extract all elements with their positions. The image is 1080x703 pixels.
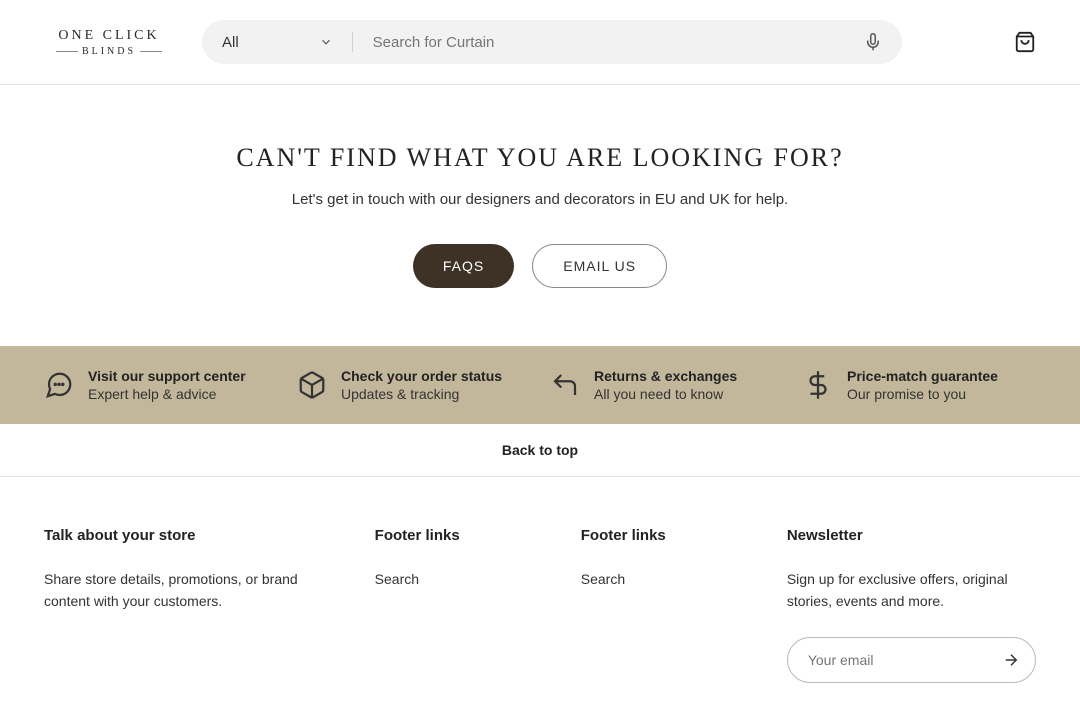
search-category-select[interactable]: All [202,20,353,64]
header: ONE CLICK BLINDS All [0,0,1080,84]
bag-icon[interactable] [1014,31,1036,53]
dollar-icon [803,370,833,400]
newsletter-form [787,637,1036,683]
faqs-button[interactable]: FAQS [413,244,514,288]
footer-col-newsletter: Newsletter Sign up for exclusive offers,… [787,527,1036,683]
logo[interactable]: ONE CLICK BLINDS [44,24,174,60]
feature-sub: Our promise to you [847,386,998,402]
hero-section: CAN'T FIND WHAT YOU ARE LOOKING FOR? Let… [0,85,1080,346]
search-input[interactable] [353,34,844,51]
hero-subtitle: Let's get in touch with our designers an… [20,191,1060,208]
footer-link-search[interactable]: Search [581,571,625,587]
footer-heading: Footer links [581,527,747,544]
footer-heading: Newsletter [787,527,1036,544]
logo-text-line2: BLINDS [82,46,136,57]
feature-sub: All you need to know [594,386,737,402]
footer: Talk about your store Share store detail… [0,477,1080,703]
feature-sub: Expert help & advice [88,386,246,402]
feature-sub: Updates & tracking [341,386,502,402]
footer-col-links-2: Footer links Search [581,527,747,683]
microphone-icon[interactable] [844,33,902,51]
arrow-right-icon [1002,651,1020,669]
chat-icon [44,370,74,400]
feature-title: Check your order status [341,368,502,384]
email-input[interactable] [808,652,993,668]
footer-col-links-1: Footer links Search [375,527,541,683]
footer-body: Share store details, promotions, or bran… [44,568,335,613]
feature-title: Returns & exchanges [594,368,737,384]
package-icon [297,370,327,400]
hero-title: CAN'T FIND WHAT YOU ARE LOOKING FOR? [20,143,1060,173]
email-us-button[interactable]: EMAIL US [532,244,667,288]
feature-title: Visit our support center [88,368,246,384]
feature-returns[interactable]: Returns & exchanges All you need to know [550,368,783,402]
feature-price-match[interactable]: Price-match guarantee Our promise to you [803,368,1036,402]
return-arrow-icon [550,370,580,400]
search-bar: All [202,20,902,64]
footer-body: Sign up for exclusive offers, original s… [787,568,1036,613]
email-submit-button[interactable] [993,642,1029,678]
features-bar: Visit our support center Expert help & a… [0,346,1080,424]
back-to-top-button[interactable]: Back to top [0,424,1080,476]
chevron-down-icon [319,35,333,49]
feature-order-status[interactable]: Check your order status Updates & tracki… [297,368,530,402]
footer-link-search[interactable]: Search [375,571,419,587]
search-category-label: All [222,34,239,51]
footer-heading: Footer links [375,527,541,544]
footer-heading: Talk about your store [44,527,335,544]
feature-title: Price-match guarantee [847,368,998,384]
footer-col-about: Talk about your store Share store detail… [44,527,335,683]
feature-support[interactable]: Visit our support center Expert help & a… [44,368,277,402]
logo-text-line1: ONE CLICK [58,28,159,44]
